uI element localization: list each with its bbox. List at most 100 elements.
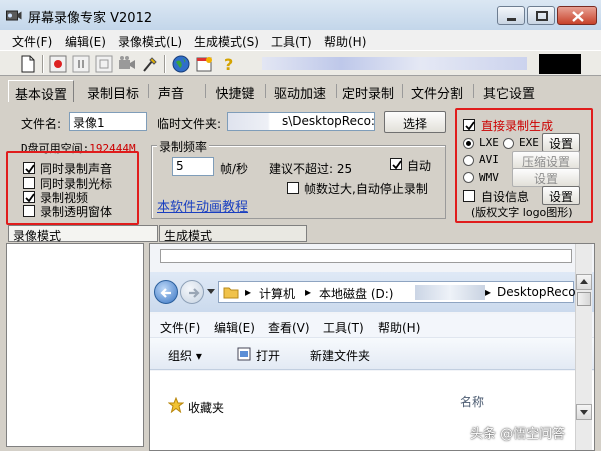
tab-sound[interactable]: 声音 [150, 80, 192, 102]
direct-generate-label: 直接录制生成 [481, 119, 554, 133]
select-folder-button[interactable]: 选择 [384, 111, 446, 133]
auto-frame-rate-label: 自动 [407, 159, 432, 173]
back-button[interactable] [154, 280, 178, 304]
format-avi-label: AVI [479, 153, 499, 166]
filename-input[interactable]: 录像1 [69, 112, 147, 131]
minimize-button[interactable] [497, 6, 525, 25]
column-header-name[interactable]: 名称 [460, 393, 484, 410]
record-cursor-checkbox[interactable] [23, 177, 35, 189]
copyright-note: (版权文字 logo图形) [471, 206, 573, 219]
explorer-menu-help[interactable]: 帮助(H) [378, 319, 420, 336]
scroll-up-button[interactable] [576, 274, 592, 290]
explorer-menu-view[interactable]: 查看(V) [268, 319, 310, 336]
breadcrumb-drive[interactable]: 本地磁盘 (D:) [319, 285, 393, 302]
address-bar[interactable]: ▸ 计算机 ▸ 本地磁盘 (D:) ▸ DesktopReco [218, 281, 576, 303]
scroll-down-button[interactable] [576, 404, 592, 420]
toolbar: ? [0, 50, 601, 76]
explorer-menu-tools[interactable]: 工具(T) [323, 319, 364, 336]
scroll-thumb[interactable] [577, 292, 591, 306]
tab-hotkeys[interactable]: 快捷键 [208, 80, 262, 102]
blurred-address-segment [415, 285, 485, 300]
filename-label: 文件名: [21, 117, 62, 131]
record-transparent-window-label: 录制透明窗体 [40, 205, 113, 219]
checkmark-icon [392, 160, 402, 170]
frame-rate-input[interactable]: 5 [172, 157, 214, 176]
menu-record-mode[interactable]: 录像模式(L) [118, 33, 182, 50]
menu-file[interactable]: 文件(F) [12, 33, 52, 50]
arrow-left-icon [160, 288, 171, 298]
tab-other-settings[interactable]: 其它设置 [476, 80, 542, 102]
menu-edit[interactable]: 编辑(E) [65, 33, 106, 50]
breadcrumb-computer[interactable]: 计算机 [259, 285, 295, 302]
explorer-menu-edit[interactable]: 编辑(E) [214, 319, 255, 336]
custom-info-checkbox[interactable] [463, 190, 475, 202]
lxe-settings-button[interactable]: 设置 [542, 133, 580, 152]
new-folder-button[interactable]: 新建文件夹 [310, 347, 370, 364]
minimize-icon [507, 18, 516, 21]
tutorial-link[interactable]: 本软件动画教程 [157, 196, 248, 215]
stop-icon[interactable] [94, 54, 114, 74]
close-button[interactable] [557, 6, 597, 25]
arrow-up-icon [580, 279, 588, 284]
direct-generate-checkbox[interactable] [463, 119, 475, 131]
explorer-command-bar: 组织 ▾ 打开 新建文件夹 [150, 338, 594, 370]
custom-info-settings-button[interactable]: 设置 [542, 186, 580, 205]
help-icon[interactable]: ? [219, 54, 239, 74]
new-file-icon[interactable] [18, 54, 38, 74]
app-window: 屏幕录像专家 V2012 文件(F) 编辑(E) 录像模式(L) 生成模式(S)… [0, 0, 601, 451]
folder-icon [223, 287, 239, 299]
explorer-menu-file[interactable]: 文件(F) [160, 319, 200, 336]
menu-help[interactable]: 帮助(H) [324, 33, 366, 50]
tab-scheduled-recording[interactable]: 定时录制 [338, 80, 398, 102]
menu-output-mode[interactable]: 生成模式(S) [194, 33, 259, 50]
organize-button[interactable]: 组织 ▾ [168, 347, 202, 364]
chevron-down-icon[interactable] [206, 288, 216, 296]
tab-record-target[interactable]: 录制目标 [80, 80, 146, 102]
color-preview [539, 54, 581, 74]
menu-tools[interactable]: 工具(T) [271, 33, 312, 50]
tab-file-split[interactable]: 文件分割 [404, 80, 470, 102]
tab-basic-settings[interactable]: 基本设置 [8, 80, 74, 103]
format-wmv-radio[interactable] [463, 172, 474, 183]
forward-button[interactable] [180, 280, 204, 304]
vertical-scrollbar[interactable] [575, 244, 592, 450]
format-lxe-radio[interactable] [463, 138, 474, 149]
camera-icon[interactable] [117, 54, 137, 74]
custom-info-label: 自设信息 [481, 190, 530, 204]
auto-stop-checkbox[interactable] [287, 182, 299, 194]
tempdir-input[interactable]: s\DesktopReco: [227, 112, 375, 131]
title-bar[interactable]: 屏幕录像专家 V2012 [0, 0, 601, 30]
record-transparent-window-checkbox[interactable] [23, 205, 35, 217]
watermark: 头条 @悟空问答 [470, 427, 566, 442]
tab-driver-acceleration[interactable]: 驱动加速 [267, 80, 333, 102]
tab-record-mode[interactable]: 录像模式 [8, 225, 158, 243]
tempdir-value: s\DesktopReco: [282, 114, 375, 128]
frame-rate-suggestion: 建议不超过: 25 [269, 162, 353, 176]
format-wmv-label: WMV [479, 171, 499, 184]
star-icon [168, 397, 184, 413]
pause-icon[interactable] [71, 54, 91, 74]
breadcrumb-folder[interactable]: DesktopReco [497, 285, 576, 299]
record-icon[interactable] [48, 54, 68, 74]
record-sound-checkbox[interactable] [23, 162, 35, 174]
open-button[interactable]: 打开 [256, 347, 280, 364]
preview-pane: ▸ 计算机 ▸ 本地磁盘 (D:) ▸ DesktopReco 文件(F) 编辑… [149, 243, 595, 451]
globe-icon[interactable] [171, 54, 191, 74]
camera-app-icon [6, 10, 22, 21]
auto-stop-label: 帧数过大,自动停止录制 [304, 182, 428, 196]
record-video-checkbox[interactable] [23, 191, 35, 203]
format-avi-radio[interactable] [463, 155, 474, 166]
format-lxe-label: LXE [479, 136, 499, 149]
format-exe-radio[interactable] [503, 138, 514, 149]
calendar-icon[interactable] [195, 54, 215, 74]
brush-icon[interactable] [140, 54, 160, 74]
checkmark-icon [465, 121, 475, 131]
settings-tabs: 基本设置 录制目标 声音 快捷键 驱动加速 定时录制 文件分割 其它设置 [0, 78, 601, 103]
wmv-settings-button[interactable]: 设置 [512, 168, 580, 187]
auto-frame-rate-checkbox[interactable] [390, 158, 402, 170]
favorites-item[interactable]: 收藏夹 [188, 399, 224, 416]
record-mode-list[interactable] [6, 243, 144, 447]
window-title: 屏幕录像专家 V2012 [28, 11, 153, 26]
maximize-button[interactable] [527, 6, 555, 25]
tab-output-mode[interactable]: 生成模式 [159, 225, 307, 243]
